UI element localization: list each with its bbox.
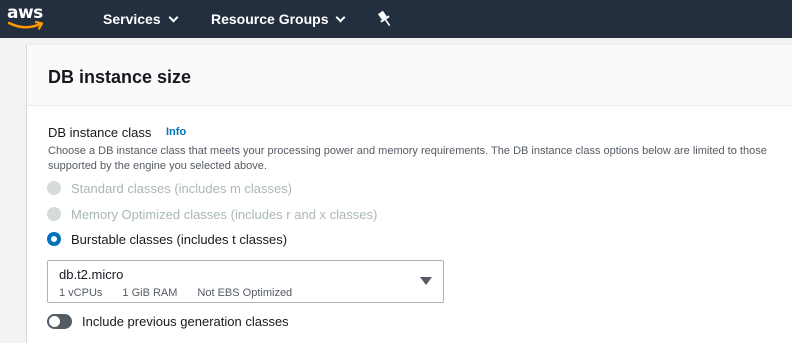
- ebs-text: Not EBS Optimized: [197, 287, 293, 299]
- chevron-down-icon: [336, 12, 346, 23]
- db-instance-size-panel: DB instance size DB instance class Info …: [26, 44, 792, 343]
- radio-button-selected[interactable]: [47, 232, 61, 246]
- panel-title: DB instance size: [48, 67, 192, 87]
- previous-generation-toggle[interactable]: [47, 313, 72, 329]
- toggle-label: Include previous generation classes: [82, 313, 289, 329]
- toggle-knob: [49, 315, 60, 327]
- radio-label: Memory Optimized classes (includes r and…: [71, 206, 378, 222]
- radio-label: Standard classes (includes m classes): [71, 180, 293, 196]
- select-meta: 1 vCPUs 1 GiB RAM Not EBS Optimized: [59, 287, 312, 299]
- radio-burstable-classes[interactable]: Burstable classes (includes t classes): [47, 229, 287, 249]
- pin-icon[interactable]: [378, 10, 392, 28]
- services-menu[interactable]: Services: [103, 0, 179, 38]
- chevron-down-icon: [168, 12, 179, 23]
- radio-button[interactable]: [47, 207, 61, 221]
- info-link[interactable]: Info: [166, 126, 186, 138]
- field-description: Choose a DB instance class that meets yo…: [48, 145, 767, 172]
- vcpus-text: 1 vCPUs: [59, 287, 103, 299]
- resource-groups-menu[interactable]: Resource Groups: [211, 0, 346, 38]
- aws-logo-text: aws: [7, 3, 43, 23]
- select-value: db.t2.micro: [59, 267, 124, 282]
- panel-header: DB instance size: [27, 45, 792, 106]
- resource-groups-menu-label: Resource Groups: [211, 11, 329, 27]
- db-instance-class-label: DB instance class: [48, 125, 152, 140]
- left-gutter: [0, 38, 26, 343]
- services-menu-label: Services: [103, 11, 161, 27]
- caret-down-icon: [420, 277, 432, 285]
- aws-logo[interactable]: aws: [7, 3, 49, 34]
- radio-memory-optimized-classes[interactable]: Memory Optimized classes (includes r and…: [47, 204, 377, 224]
- aws-smile-icon: [8, 21, 44, 30]
- instance-class-select[interactable]: db.t2.micro 1 vCPUs 1 GiB RAM Not EBS Op…: [47, 260, 444, 303]
- radio-button[interactable]: [47, 181, 61, 195]
- top-navigation-bar: aws Services Resource Groups: [0, 0, 792, 38]
- ram-text: 1 GiB RAM: [122, 287, 178, 299]
- previous-generation-toggle-row[interactable]: Include previous generation classes: [47, 311, 289, 331]
- radio-label: Burstable classes (includes t classes): [71, 231, 288, 247]
- radio-standard-classes[interactable]: Standard classes (includes m classes): [47, 178, 292, 198]
